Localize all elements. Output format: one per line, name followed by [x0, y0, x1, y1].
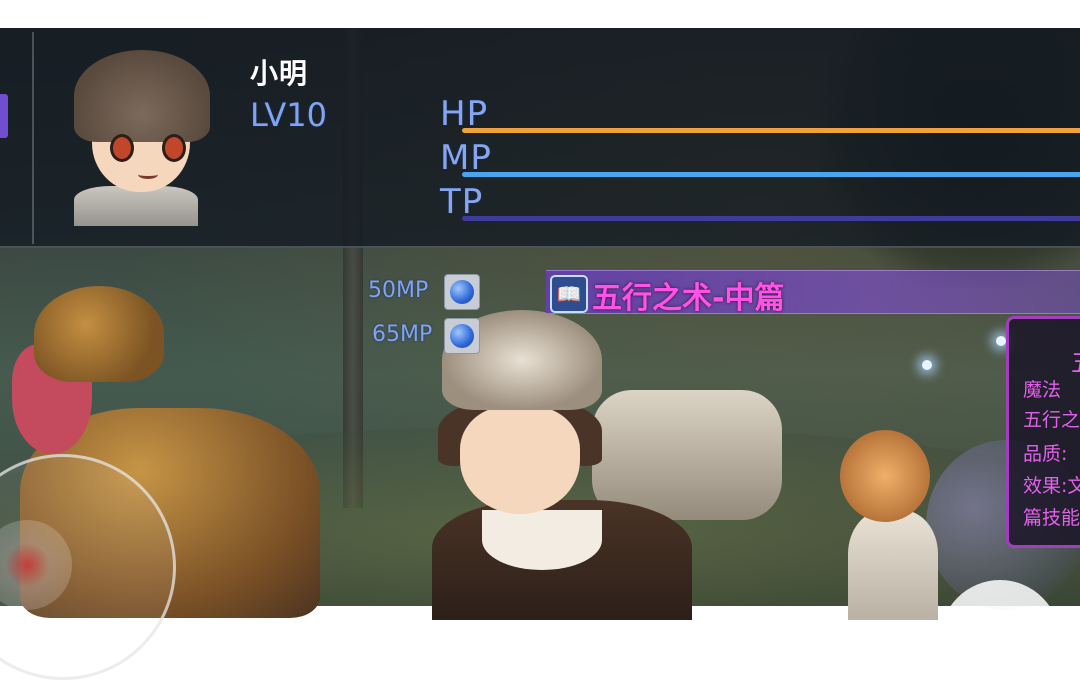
portrait-eye [162, 134, 186, 162]
skill-detail-panel: 五 魔法 五行之 品质: 效果:文 篇技能 [1006, 316, 1080, 548]
sparkle-light [996, 336, 1006, 346]
blue-orb-icon [444, 274, 480, 310]
hp-bar [462, 128, 1080, 133]
detail-heading: 五 [1071, 343, 1080, 378]
detail-name: 五行之 [1023, 409, 1080, 431]
spellbook-icon: 📖 [550, 275, 588, 313]
detail-effect: 效果:文 [1023, 475, 1080, 497]
portrait-armor [74, 186, 198, 226]
fairy-hair [840, 430, 930, 522]
selected-skill-banner[interactable]: 📖 五行之术-中篇 [546, 270, 1080, 316]
girl-backpack [592, 390, 782, 520]
panel-divider [32, 32, 34, 244]
portrait-mouth [138, 170, 158, 179]
knight-helmet [34, 286, 164, 382]
hp-bar-fill [462, 128, 1080, 133]
character-level: LV10 [250, 96, 327, 134]
tp-bar [462, 216, 1080, 221]
mp-bar [462, 172, 1080, 177]
tp-bar-fill [462, 216, 1080, 221]
character-name: 小明 [250, 57, 309, 90]
blue-orb-icon [444, 318, 480, 354]
skill-list-item[interactable]: 65MP [372, 316, 480, 356]
girl-face [460, 406, 580, 514]
sparkle-light [922, 360, 932, 370]
skill-title: 五行之术-中篇 [592, 281, 785, 316]
skill-mp-cost: 65MP [372, 322, 433, 347]
girl-collar [482, 510, 602, 570]
portrait-hair [74, 50, 210, 142]
side-tab-button[interactable] [0, 94, 8, 138]
portrait-eye [110, 134, 134, 162]
detail-line: 篇技能 [1023, 507, 1080, 529]
mp-bar-fill [462, 172, 1080, 177]
detail-type: 魔法 [1023, 379, 1062, 401]
skill-mp-cost: 50MP [368, 278, 429, 303]
character-portrait [68, 48, 214, 226]
fairy-body [848, 510, 938, 620]
detail-quality: 品质: [1023, 443, 1068, 465]
skill-list-item[interactable]: 50MP [368, 272, 480, 312]
